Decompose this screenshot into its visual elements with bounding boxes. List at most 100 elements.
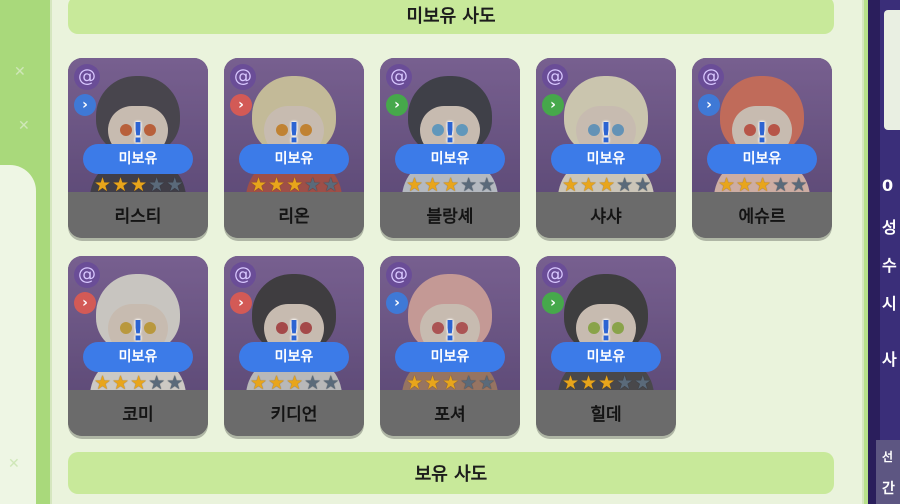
star-icon: ★: [130, 174, 148, 196]
unowned-badge: 미보유: [395, 342, 505, 372]
unowned-badge: 미보유: [83, 144, 193, 174]
star-icon: ★: [304, 174, 322, 196]
side-text-2: 수: [882, 256, 897, 275]
star-icon: ★: [322, 372, 340, 394]
star-icon: ★: [112, 372, 130, 394]
apostle-name: 에슈르: [692, 196, 832, 238]
apostle-name: 코미: [68, 394, 208, 436]
apostle-name: 힐데: [536, 394, 676, 436]
class-chevron-icon: ›: [74, 94, 96, 116]
star-icon: ★: [130, 372, 148, 394]
side-text-0: 0: [882, 176, 894, 195]
apostle-card[interactable]: @ ›! 미보유 ★ ★ ★ ★ ★ 코미: [68, 256, 208, 436]
unowned-badge: 미보유: [707, 144, 817, 174]
side-text-1: 성: [882, 218, 897, 237]
apostle-card[interactable]: @ ›! 미보유 ★ ★ ★ ★ ★ 샤샤: [536, 58, 676, 238]
star-icon: ★: [790, 174, 808, 196]
background-star-icon: ✕: [8, 456, 20, 472]
exclamation-icon: !: [131, 314, 145, 347]
apostle-card[interactable]: @ ›! 미보유 ★ ★ ★ ★ ★ 블랑셰: [380, 58, 520, 238]
side-text-3: 시: [882, 294, 897, 313]
star-icon: ★: [718, 174, 736, 196]
star-icon: ★: [406, 372, 424, 394]
star-icon: ★: [94, 372, 112, 394]
exclamation-icon: !: [599, 314, 613, 347]
star-rating: ★ ★ ★ ★ ★: [562, 373, 651, 393]
star-icon: ★: [616, 174, 634, 196]
star-icon: ★: [112, 174, 130, 196]
exclamation-icon: !: [131, 116, 145, 149]
unowned-section-title: 미보유 사도: [406, 6, 496, 27]
star-icon: ★: [166, 174, 184, 196]
unowned-badge: 미보유: [395, 144, 505, 174]
apostle-card[interactable]: @ ›! 미보유 ★ ★ ★ ★ ★ 리스티: [68, 58, 208, 238]
star-icon: ★: [286, 174, 304, 196]
star-icon: ★: [634, 372, 652, 394]
apostle-card[interactable]: @ ›! 미보유 ★ ★ ★ ★ ★ 리온: [224, 58, 364, 238]
swirl-icon: @: [230, 262, 256, 288]
star-rating: ★ ★ ★ ★ ★: [94, 373, 183, 393]
swirl-icon: @: [386, 262, 412, 288]
star-icon: ★: [460, 174, 478, 196]
apostle-name: 리스티: [68, 196, 208, 238]
class-chevron-icon: ›: [230, 292, 252, 314]
swirl-icon: @: [542, 64, 568, 90]
star-icon: ★: [268, 372, 286, 394]
star-icon: ★: [562, 174, 580, 196]
class-chevron-icon: ›: [386, 292, 408, 314]
apostle-card[interactable]: @ ›! 미보유 ★ ★ ★ ★ ★ 힐데: [536, 256, 676, 436]
apostle-name: 샤샤: [536, 196, 676, 238]
exclamation-icon: !: [755, 116, 769, 149]
swirl-icon: @: [74, 64, 100, 90]
apostle-card[interactable]: @ ›! 미보유 ★ ★ ★ ★ ★ 포셔: [380, 256, 520, 436]
star-icon: ★: [322, 174, 340, 196]
star-icon: ★: [460, 372, 478, 394]
star-rating: ★ ★ ★ ★ ★: [250, 175, 339, 195]
star-rating: ★ ★ ★ ★ ★: [562, 175, 651, 195]
swirl-icon: @: [74, 262, 100, 288]
unowned-badge: 미보유: [551, 342, 661, 372]
star-icon: ★: [442, 174, 460, 196]
side-text-4: 사: [882, 350, 897, 369]
class-chevron-icon: ›: [386, 94, 408, 116]
apostle-name: 블랑셰: [380, 196, 520, 238]
star-icon: ★: [634, 174, 652, 196]
background-star-icon: ✕: [14, 64, 26, 80]
star-icon: ★: [286, 372, 304, 394]
star-rating: ★ ★ ★ ★ ★: [406, 175, 495, 195]
apostle-card[interactable]: @ ›! 미보유 ★ ★ ★ ★ ★ 키디언: [224, 256, 364, 436]
star-icon: ★: [598, 372, 616, 394]
star-icon: ★: [772, 174, 790, 196]
right-side-tab[interactable]: [884, 10, 900, 130]
apostle-card[interactable]: @ ›! 미보유 ★ ★ ★ ★ ★ 에슈르: [692, 58, 832, 238]
swirl-icon: @: [542, 262, 568, 288]
star-icon: ★: [250, 372, 268, 394]
exclamation-icon: !: [287, 116, 301, 149]
star-rating: ★ ★ ★ ★ ★: [718, 175, 807, 195]
star-icon: ★: [94, 174, 112, 196]
side-text-5: 선: [882, 450, 894, 464]
class-chevron-icon: ›: [542, 292, 564, 314]
class-chevron-icon: ›: [542, 94, 564, 116]
star-icon: ★: [442, 372, 460, 394]
unowned-badge: 미보유: [239, 342, 349, 372]
class-chevron-icon: ›: [74, 292, 96, 314]
owned-section-header[interactable]: 보유 사도: [68, 452, 834, 494]
exclamation-icon: !: [443, 116, 457, 149]
star-icon: ★: [148, 174, 166, 196]
star-icon: ★: [754, 174, 772, 196]
star-icon: ★: [424, 174, 442, 196]
class-chevron-icon: ›: [230, 94, 252, 116]
apostle-name: 키디언: [224, 394, 364, 436]
unowned-section-header: 미보유 사도: [68, 0, 834, 34]
swirl-icon: @: [230, 64, 256, 90]
exclamation-icon: !: [599, 116, 613, 149]
star-icon: ★: [166, 372, 184, 394]
star-rating: ★ ★ ★ ★ ★: [250, 373, 339, 393]
star-icon: ★: [598, 174, 616, 196]
background-star-icon: ✕: [18, 118, 30, 134]
owned-section-title: 보유 사도: [414, 464, 488, 485]
star-icon: ★: [304, 372, 322, 394]
exclamation-icon: !: [443, 314, 457, 347]
star-icon: ★: [268, 174, 286, 196]
